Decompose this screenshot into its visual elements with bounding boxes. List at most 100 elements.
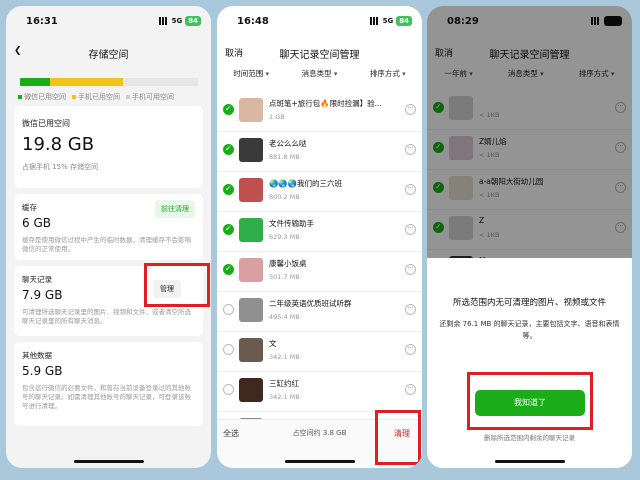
more-icon[interactable]: ··· <box>405 144 416 155</box>
avatar <box>239 378 263 402</box>
wechat-usage-summary: 微信已用空间 19.8 GB 占据手机 15% 存储空间 <box>14 106 203 188</box>
page-title: 存储空间 <box>88 50 129 61</box>
nav-bar: 取消 聊天记录空间管理 <box>217 40 422 66</box>
cache-label: 缓存 <box>22 203 37 212</box>
chat-history-description: 可清理所选聊天记录里的图片、视频和文件，或者清空所选聊天记录里的所有聊天消息。 <box>22 308 191 325</box>
select-checkbox[interactable] <box>223 264 234 275</box>
chat-name: 三缸约红 <box>269 379 299 388</box>
avatar <box>239 178 263 202</box>
chat-size: 342.1 MB <box>269 353 300 361</box>
chat-row[interactable]: 老公么么哒 881.8 MB ··· <box>217 132 422 172</box>
cache-description: 缓存是使用微信过程中产生的临时数据，清理缓存不会影响微信的正常使用。 <box>22 236 191 253</box>
highlight-box <box>467 372 593 430</box>
chat-list: 点斑笔+旅行包🔥限时捡漏】验... 1 GB ··· 老公么么哒 881.8 MB ···… <box>217 92 422 452</box>
filter-message-type[interactable]: 消息类型 <box>302 68 338 88</box>
other-data-card: 其他数据 5.9 GB 包含运行微信的必要文件，和曾在当前设备登录过的其他账号的… <box>14 342 203 426</box>
phone-usage-segment <box>50 78 124 86</box>
filter-sort-order[interactable]: 排序方式 <box>370 68 406 88</box>
status-bar: 16:31 5G 84 <box>6 6 211 30</box>
legend-item: 手机可用空间 <box>126 92 174 102</box>
home-indicator <box>284 460 355 463</box>
chat-name: 文 <box>269 339 277 348</box>
signal-icon <box>369 17 380 25</box>
chat-size: 629.3 MB <box>269 233 300 241</box>
chat-row[interactable]: 三缸约红 342.1 MB ··· <box>217 372 422 412</box>
chat-size: 501.7 MB <box>269 273 300 281</box>
select-checkbox[interactable] <box>223 144 234 155</box>
more-icon[interactable]: ··· <box>405 344 416 355</box>
dialog-body: 还剩余 76.1 MB 的聊天记录，主要包括文字、语音和表情等。 <box>439 320 620 340</box>
highlight-box <box>375 410 421 465</box>
storage-screen: 16:31 5G 84 ❮ 存储空间 微信已用空间 手机已用空间 手机可用空间 … <box>6 6 211 468</box>
chat-size: 1 GB <box>269 113 285 121</box>
summary-subtext: 占据手机 15% 存储空间 <box>22 163 99 171</box>
chat-history-label: 聊天记录 <box>22 275 52 284</box>
other-data-description: 包含运行微信的必要文件，和曾在当前设备登录过的其他账号的聊天记录。如需清理其他账… <box>22 384 191 410</box>
select-checkbox[interactable] <box>223 344 234 355</box>
summary-label: 微信已用空间 <box>22 119 70 128</box>
cache-card: 缓存 前往清理 6 GB 缓存是使用微信过程中产生的临时数据，清理缓存不会影响微… <box>14 194 203 260</box>
more-icon[interactable]: ··· <box>405 304 416 315</box>
usage-legend: 微信已用空间 手机已用空间 手机可用空间 <box>18 92 174 102</box>
highlight-box <box>144 263 210 307</box>
filter-bar: 时间范围 消息类型 排序方式 <box>217 68 422 88</box>
nav-bar: ❮ 存储空间 <box>6 40 211 66</box>
chat-size: 881.8 MB <box>269 153 300 161</box>
chat-size: 342.1 MB <box>269 393 300 401</box>
other-data-value: 5.9 GB <box>22 364 63 378</box>
status-bar: 16:48 5G 84 <box>217 6 422 30</box>
chat-name: 点斑笔+旅行包🔥限时捡漏】验... <box>269 99 382 108</box>
chat-name: 文件传输助手 <box>269 219 314 228</box>
wechat-usage-segment <box>20 78 51 86</box>
avatar <box>239 218 263 242</box>
info-dialog: 所选范围内无可清理的图片、视频或文件 还剩余 76.1 MB 的聊天记录，主要包… <box>427 258 632 468</box>
signal-icon <box>158 17 169 25</box>
chat-row[interactable]: 二年级英语优质班试听群 495.4 MB ··· <box>217 292 422 332</box>
select-checkbox[interactable] <box>223 304 234 315</box>
select-checkbox[interactable] <box>223 184 234 195</box>
select-checkbox[interactable] <box>223 384 234 395</box>
cache-value: 6 GB <box>22 216 51 230</box>
network-label: 5G <box>382 17 394 25</box>
chat-name: 康馨小饭桌 <box>269 259 307 268</box>
chat-row[interactable]: 点斑笔+旅行包🔥限时捡漏】验... 1 GB ··· <box>217 92 422 132</box>
avatar <box>239 298 263 322</box>
chat-name: 老公么么哒 <box>269 139 307 148</box>
network-label: 5G <box>171 17 183 25</box>
clean-result-screen: 08:29 取消 聊天记录空间管理 一年前 消息类型 排序方式 < 1KB···… <box>427 6 632 468</box>
home-indicator <box>494 460 565 463</box>
delete-remaining-link[interactable]: 删除所选范围内剩余的聊天记录 <box>427 432 632 442</box>
chat-row[interactable]: 文 342.1 MB ··· <box>217 332 422 372</box>
battery-icon: 84 <box>396 16 412 26</box>
chat-size: 495.4 MB <box>269 313 300 321</box>
select-checkbox[interactable] <box>223 224 234 235</box>
battery-icon: 84 <box>185 16 201 26</box>
clean-cache-button[interactable]: 前往清理 <box>155 200 195 218</box>
status-time: 16:31 <box>26 16 58 27</box>
storage-usage-bar <box>20 78 198 86</box>
more-icon[interactable]: ··· <box>405 224 416 235</box>
modal-overlay[interactable] <box>427 6 632 258</box>
avatar <box>239 138 263 162</box>
more-icon[interactable]: ··· <box>405 104 416 115</box>
chat-row[interactable]: 🌏🌏🌏我们的三六班 800.2 MB ··· <box>217 172 422 212</box>
other-data-label: 其他数据 <box>22 351 52 360</box>
legend-item: 微信已用空间 <box>18 92 66 102</box>
chat-row[interactable]: 康馨小饭桌 501.7 MB ··· <box>217 252 422 292</box>
chat-size: 800.2 MB <box>269 193 300 201</box>
more-icon[interactable]: ··· <box>405 384 416 395</box>
legend-item: 手机已用空间 <box>72 92 120 102</box>
filter-time-range[interactable]: 时间范围 <box>233 68 269 88</box>
more-icon[interactable]: ··· <box>405 184 416 195</box>
chat-history-value: 7.9 GB <box>22 288 63 302</box>
avatar <box>239 98 263 122</box>
select-checkbox[interactable] <box>223 104 234 115</box>
more-icon[interactable]: ··· <box>405 264 416 275</box>
avatar <box>239 338 263 362</box>
avatar <box>239 258 263 282</box>
dialog-title: 所选范围内无可清理的图片、视频或文件 <box>452 298 606 308</box>
chat-row[interactable]: 文件传输助手 629.3 MB ··· <box>217 212 422 252</box>
chat-storage-manage-screen: 16:48 5G 84 取消 聊天记录空间管理 时间范围 消息类型 排序方式 点… <box>217 6 422 468</box>
chat-name: 🌏🌏🌏我们的三六班 <box>269 179 343 188</box>
status-time: 16:48 <box>237 16 269 27</box>
